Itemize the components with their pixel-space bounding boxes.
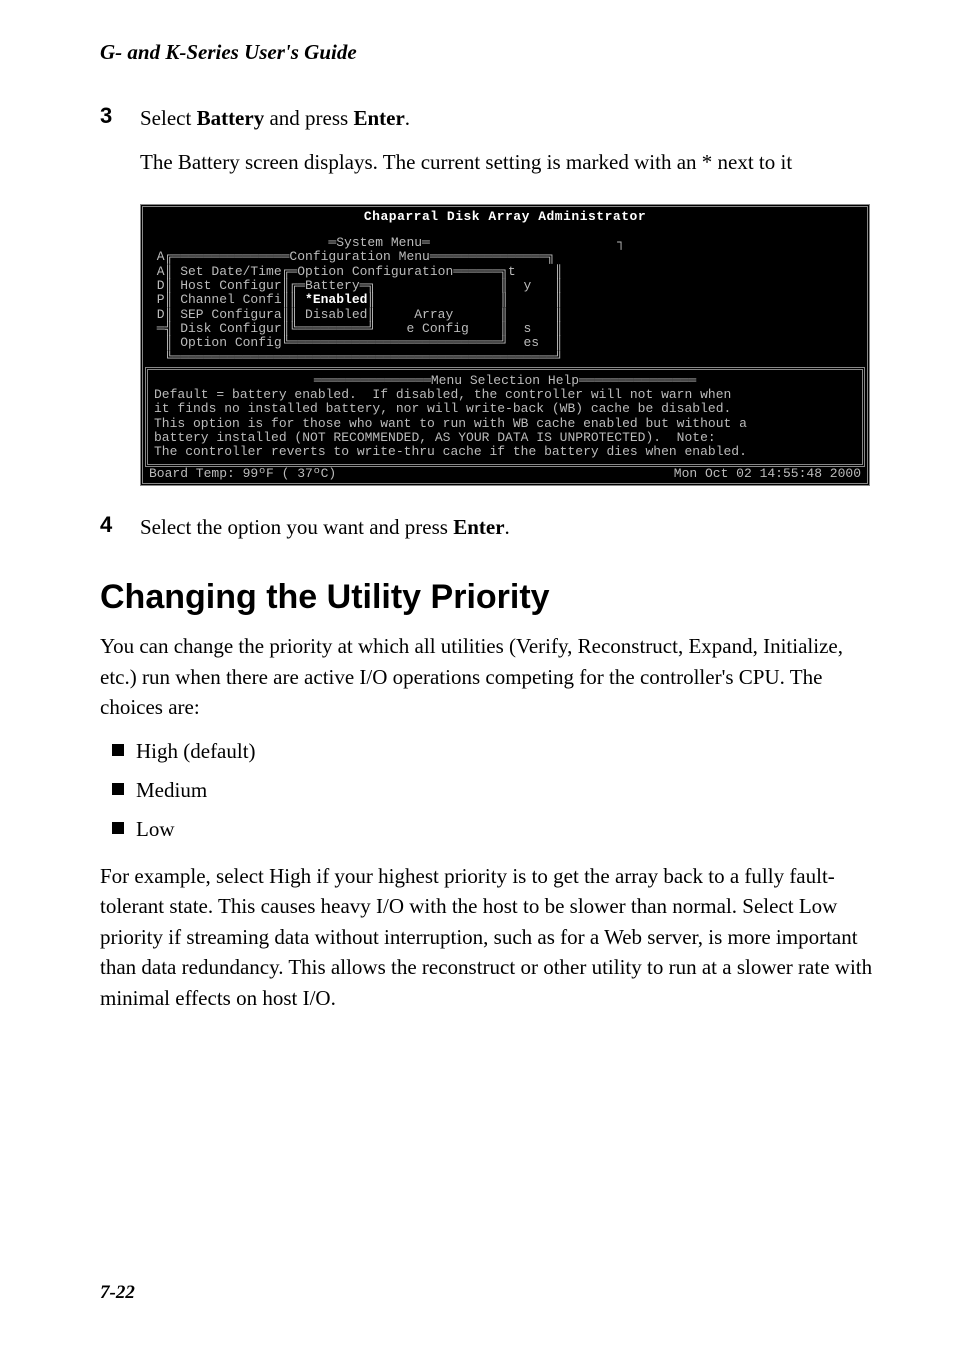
step-3-number: 3 (100, 103, 140, 192)
help-line-2: This option is for those who want to run… (154, 417, 856, 431)
step-4-enter-term: Enter (453, 515, 504, 539)
term-line-8: ╚═══════════════════════════════════════… (149, 351, 861, 365)
step-3-body: Select Battery and press Enter. The Batt… (140, 103, 874, 192)
help-line-4: The controller reverts to write-thru cac… (154, 445, 856, 459)
terminal-help-title: ═══════════════Menu Selection Help══════… (154, 374, 856, 388)
step-3-post: . (405, 106, 410, 130)
section-intro: You can change the priority at which all… (100, 631, 874, 722)
page-number: 7-22 (100, 1282, 135, 1304)
step-3-pre: Select (140, 106, 197, 130)
help-line-0: Default = battery enabled. If disabled, … (154, 388, 856, 402)
help-line-1: it finds no installed battery, nor will … (154, 402, 856, 416)
page-header: G- and K-Series User's Guide (100, 40, 874, 65)
term-line-0: ═System Menu═ ┐ (149, 236, 861, 250)
step-4-body: Select the option you want and press Ent… (140, 512, 874, 556)
section-closing: For example, select High if your highest… (100, 861, 874, 1013)
step-3-instruction: Select Battery and press Enter. (140, 103, 874, 133)
step-4-number: 4 (100, 512, 140, 556)
terminal-help-box: ═══════════════Menu Selection Help══════… (145, 367, 865, 467)
step-4: 4 Select the option you want and press E… (100, 512, 874, 556)
bullet-low: Low (108, 815, 874, 844)
step-3-enter-term: Enter (353, 106, 404, 130)
terminal-title: Chaparral Disk Array Administrator (145, 209, 865, 230)
term-line-2: A║ Set Date/Time╔═Option Configuration══… (149, 265, 861, 279)
priority-bullets: High (default) Medium Low (108, 737, 874, 845)
term-line-3: D║ Host Configur║╔═Battery═╗ ║ y ║ (149, 279, 861, 293)
bullet-medium: Medium (108, 776, 874, 805)
step-4-pre: Select the option you want and press (140, 515, 453, 539)
step-3-mid: and press (264, 106, 353, 130)
term-line-5: D║ SEP Configura║║ Disabled║ Array ║ ║ (149, 308, 861, 322)
terminal-screenshot: Chaparral Disk Array Administrator ═Syst… (140, 204, 874, 486)
term-line-7: ║ Option Config╚════════════════════════… (149, 336, 861, 350)
bullet-high: High (default) (108, 737, 874, 766)
terminal-status-bar: Board Temp: 99ºF ( 37ºC) Mon Oct 02 14:5… (145, 467, 865, 481)
terminal-body: ═System Menu═ ┐ A╔═══════════════Configu… (145, 230, 865, 365)
terminal-datetime: Mon Oct 02 14:55:48 2000 (674, 467, 861, 481)
step-4-post: . (505, 515, 510, 539)
term-line-4: P║ Channel Confi║║ *Enabled║ ║ ║ (149, 293, 861, 307)
step-4-instruction: Select the option you want and press Ent… (140, 512, 874, 542)
step-3-desc: The Battery screen displays. The current… (140, 147, 874, 177)
terminal-window: Chaparral Disk Array Administrator ═Syst… (140, 204, 870, 486)
step-3: 3 Select Battery and press Enter. The Ba… (100, 103, 874, 192)
term-line-1: A╔═══════════════Configuration Menu═════… (149, 250, 861, 264)
step-3-battery-term: Battery (197, 106, 265, 130)
enabled-option: *Enabled (305, 293, 367, 307)
terminal-temp: Board Temp: 99ºF ( 37ºC) (149, 467, 336, 481)
help-line-3: battery installed (NOT RECOMMENDED, AS Y… (154, 431, 856, 445)
section-heading: Changing the Utility Priority (100, 578, 874, 617)
